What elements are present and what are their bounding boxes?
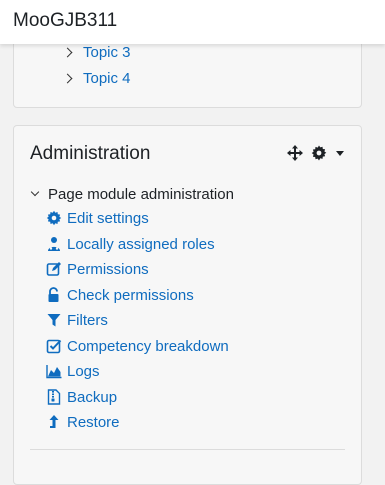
area-chart-icon (46, 363, 62, 379)
filter-icon (46, 312, 62, 328)
unlock-icon (46, 287, 62, 303)
menu-item-label: Filters (67, 311, 108, 329)
chevron-down-icon (30, 187, 40, 197)
check-permissions-link[interactable]: Check permissions (46, 284, 194, 306)
menu-item-label: Edit settings (67, 209, 149, 227)
level-up-icon (46, 414, 62, 430)
pencil-square-icon (46, 261, 62, 277)
menu-item-label: Logs (67, 362, 100, 380)
menu-item-label: Restore (67, 413, 120, 431)
chevron-right-icon (62, 73, 73, 83)
menu-item-label: Locally assigned roles (67, 235, 215, 253)
gear-icon (46, 210, 62, 226)
locally-assigned-roles-link[interactable]: Locally assigned roles (46, 233, 215, 255)
move-icon[interactable] (286, 144, 304, 162)
filters-link[interactable]: Filters (46, 309, 108, 331)
edit-settings-link[interactable]: Edit settings (46, 207, 149, 229)
section-title-label: Page module administration (48, 185, 234, 203)
competency-breakdown-link[interactable]: Competency breakdown (46, 335, 229, 357)
topic-label: Topic 4 (83, 69, 131, 87)
logs-link[interactable]: Logs (46, 360, 100, 382)
administration-title: Administration (30, 143, 151, 164)
users-icon (46, 236, 62, 252)
topic-label: Topic 3 (83, 43, 131, 61)
site-name-link[interactable]: MooGJB311 (13, 10, 117, 32)
gear-icon[interactable] (311, 145, 327, 161)
topic-4-link[interactable]: Topic 4 (62, 68, 131, 88)
check-square-icon (46, 338, 62, 354)
menu-item-label: Backup (67, 388, 118, 406)
page-module-administration-toggle[interactable]: Page module administration (30, 184, 234, 204)
topic-3-link[interactable]: Topic 3 (62, 42, 131, 62)
menu-item-label: Permissions (67, 260, 149, 278)
restore-link[interactable]: Restore (46, 411, 120, 433)
menu-item-label: Check permissions (67, 286, 194, 304)
file-archive-icon (46, 389, 62, 405)
top-navbar: MooGJB311 (0, 0, 385, 44)
caret-down-icon[interactable] (336, 151, 344, 156)
divider (30, 449, 345, 450)
menu-item-label: Competency breakdown (67, 337, 229, 355)
chevron-right-icon (62, 47, 73, 57)
backup-link[interactable]: Backup (46, 386, 117, 408)
permissions-link[interactable]: Permissions (46, 258, 149, 280)
